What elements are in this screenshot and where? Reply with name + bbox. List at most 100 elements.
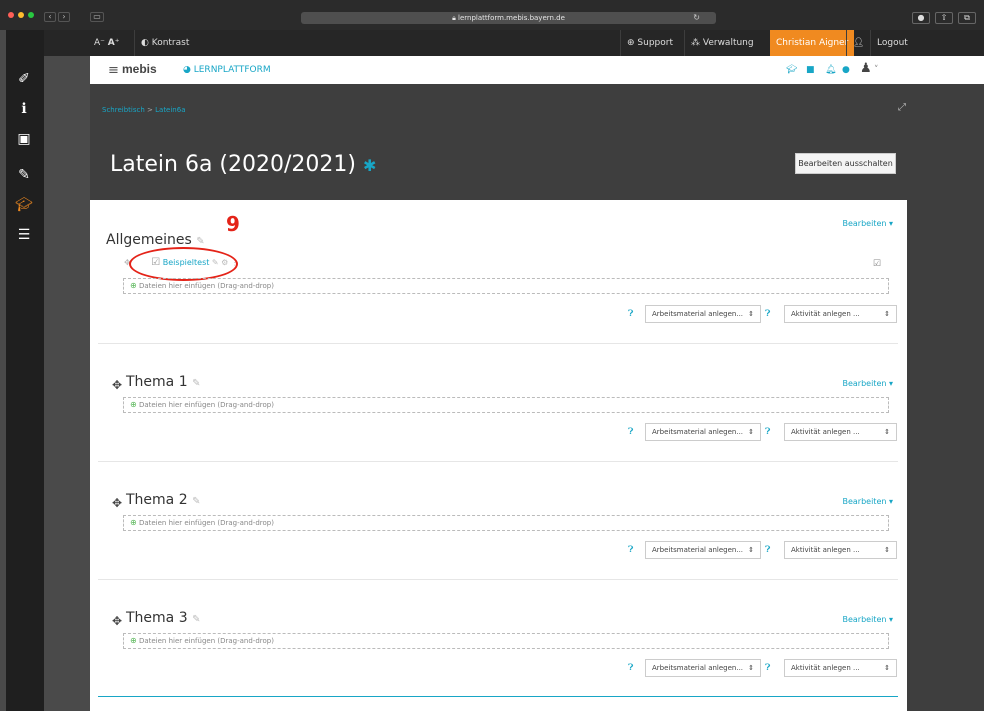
sidebar-toggle-icon[interactable]: ▭: [90, 12, 104, 22]
add-activity-label: Aktivität anlegen ...: [791, 546, 860, 554]
archive-icon[interactable]: ☰: [14, 226, 34, 244]
mebis-logo[interactable]: mebis: [122, 62, 157, 76]
dropzone-label: Dateien hier einfügen (Drag-and-drop): [138, 637, 274, 645]
add-material-select[interactable]: Arbeitsmaterial anlegen... ⇕: [645, 423, 761, 441]
fullscreen-expand-icon[interactable]: ⤢: [898, 102, 906, 113]
contrast-icon: ◐: [141, 38, 149, 48]
minimize-window-button[interactable]: [18, 12, 24, 18]
profile-icon[interactable]: 👤︎: [846, 30, 870, 56]
user-menu[interactable]: Christian Aigner: [770, 30, 855, 56]
section-title-text: Allgemeines: [106, 232, 192, 248]
courses-icon[interactable]: 🎓︎: [786, 65, 797, 75]
font-size-toggle[interactable]: A⁻ A⁺: [88, 30, 126, 56]
help-icon[interactable]: ❓︎: [628, 545, 633, 555]
gear-icon[interactable]: ✱: [363, 156, 376, 175]
section-divider: [98, 696, 898, 697]
mebis-sidebar: ✐ ℹ ▣ ✎ 🎓︎ ☰: [6, 30, 44, 711]
edit-title-pencil-icon[interactable]: ✎: [192, 496, 200, 507]
section-divider: [98, 343, 898, 344]
file-dropzone[interactable]: ⊕ Dateien hier einfügen (Drag-and-drop): [123, 515, 889, 531]
prufungsarchiv-icon[interactable]: ✎: [14, 166, 34, 184]
close-window-button[interactable]: [8, 12, 14, 18]
add-material-select[interactable]: Arbeitsmaterial anlegen... ⇕: [645, 659, 761, 677]
edit-title-pencil-icon[interactable]: ✎: [192, 378, 200, 389]
lernplattform-label: ◕ LERNPLATTFORM: [183, 65, 271, 75]
logout-link[interactable]: Logout: [870, 30, 914, 56]
move-section-icon[interactable]: ✥: [112, 614, 122, 628]
verwaltung-link[interactable]: ⁂ Verwaltung: [684, 30, 760, 56]
messages-icon[interactable]: ●: [842, 65, 850, 75]
folder-icon[interactable]: ■: [806, 65, 815, 75]
completion-checkbox[interactable]: ☑: [873, 259, 881, 269]
move-section-icon[interactable]: ✥: [112, 496, 122, 510]
add-material-select[interactable]: Arbeitsmaterial anlegen... ⇕: [645, 541, 761, 559]
leaf-logo-icon: ◕: [183, 65, 191, 75]
help-icon[interactable]: ❓︎: [765, 663, 770, 673]
select-arrow-icon: ⇕: [884, 310, 890, 318]
utility-bar: A⁻ A⁺ ◐ Kontrast ⊕ Support ⁂ Verwaltung …: [44, 30, 984, 56]
add-activity-select[interactable]: Aktivität anlegen ... ⇕: [784, 305, 897, 323]
mediathek-icon[interactable]: ▣: [14, 130, 34, 148]
add-material-label: Arbeitsmaterial anlegen...: [652, 546, 744, 554]
user-name: Christian Aigner: [776, 38, 849, 48]
dropzone-label: Dateien hier einfügen (Drag-and-drop): [138, 282, 274, 290]
move-section-icon[interactable]: ✥: [112, 378, 122, 392]
edit-off-button[interactable]: Bearbeiten ausschalten: [795, 153, 896, 174]
info-icon[interactable]: ℹ: [14, 100, 34, 118]
select-arrow-icon: ⇕: [884, 428, 890, 436]
section-title: Thema 1 ✎: [126, 374, 200, 390]
help-icon[interactable]: ❓︎: [765, 309, 770, 319]
tabs-icon[interactable]: ⧉: [958, 12, 976, 24]
edit-title-pencil-icon[interactable]: ✎: [192, 614, 200, 625]
verwaltung-label: Verwaltung: [702, 38, 754, 48]
add-activity-label: Aktivität anlegen ...: [791, 664, 860, 672]
breadcrumb-home-link[interactable]: Schreibtisch: [102, 106, 145, 114]
address-bar[interactable]: 🔒︎ lernplattform.mebis.bayern.de ↻: [301, 12, 716, 24]
help-icon[interactable]: ❓︎: [765, 545, 770, 555]
select-arrow-icon: ⇕: [748, 664, 754, 672]
bearbeiten-menu[interactable]: Bearbeiten ▾: [842, 379, 893, 388]
notification-bell-icon[interactable]: 🔔︎: [825, 65, 836, 75]
file-dropzone[interactable]: ⊕ Dateien hier einfügen (Drag-and-drop): [123, 633, 889, 649]
bearbeiten-menu[interactable]: Bearbeiten ▾: [842, 615, 893, 624]
back-button[interactable]: ‹: [44, 12, 56, 22]
contrast-label: Kontrast: [151, 38, 190, 48]
lock-icon: 🔒︎: [452, 14, 456, 22]
file-dropzone[interactable]: ⊕ Dateien hier einfügen (Drag-and-drop): [123, 278, 889, 294]
share-icon[interactable]: ⇧: [935, 12, 953, 24]
breadcrumb-separator: >: [147, 106, 153, 114]
file-dropzone[interactable]: ⊕ Dateien hier einfügen (Drag-and-drop): [123, 397, 889, 413]
add-activity-select[interactable]: Aktivität anlegen ... ⇕: [784, 659, 897, 677]
add-activity-select[interactable]: Aktivität anlegen ... ⇕: [784, 423, 897, 441]
mebis-leaf-icon[interactable]: ✐: [14, 70, 34, 88]
help-icon[interactable]: ❓︎: [765, 427, 770, 437]
add-material-select[interactable]: Arbeitsmaterial anlegen... ⇕: [645, 305, 761, 323]
chevron-down-icon[interactable]: ˅: [874, 65, 879, 75]
mebis-header: ≡ mebis ◕ LERNPLATTFORM 🎓︎ ■ 🔔︎ ● ♟ ˅: [90, 56, 984, 84]
bearbeiten-menu[interactable]: Bearbeiten ▾: [842, 497, 893, 506]
help-icon[interactable]: ❓︎: [628, 309, 633, 319]
plus-icon: ⊕: [130, 636, 137, 645]
select-arrow-icon: ⇕: [884, 664, 890, 672]
section-title-text: Thema 3: [126, 610, 188, 626]
select-arrow-icon: ⇕: [748, 428, 754, 436]
logout-label: Logout: [877, 38, 908, 48]
support-link[interactable]: ⊕ Support: [620, 30, 679, 56]
forward-button[interactable]: ›: [58, 12, 70, 22]
add-activity-label: Aktivität anlegen ...: [791, 428, 860, 436]
help-icon[interactable]: ❓︎: [628, 427, 633, 437]
hamburger-menu-icon[interactable]: ≡: [108, 63, 119, 78]
course-content: Allgemeines ✎ Bearbeiten ▾ ✥ ☑ Beispielt…: [90, 200, 907, 711]
help-icon[interactable]: ❓︎: [628, 663, 633, 673]
download-icon[interactable]: ●: [912, 12, 930, 24]
lernplattform-graduation-cap-icon[interactable]: 🎓︎: [14, 196, 34, 214]
add-activity-select[interactable]: Aktivität anlegen ... ⇕: [784, 541, 897, 559]
edit-title-pencil-icon[interactable]: ✎: [196, 236, 204, 247]
section-allgemeines: Allgemeines ✎ Bearbeiten ▾ ✥ ☑ Beispielt…: [90, 200, 907, 346]
bearbeiten-menu[interactable]: Bearbeiten ▾: [842, 219, 893, 228]
breadcrumb-course-link[interactable]: Latein6a: [155, 106, 185, 114]
reload-icon[interactable]: ↻: [693, 12, 700, 24]
avatar[interactable]: ♟: [860, 61, 872, 76]
zoom-window-button[interactable]: [28, 12, 34, 18]
contrast-button[interactable]: ◐ Kontrast: [134, 30, 195, 56]
